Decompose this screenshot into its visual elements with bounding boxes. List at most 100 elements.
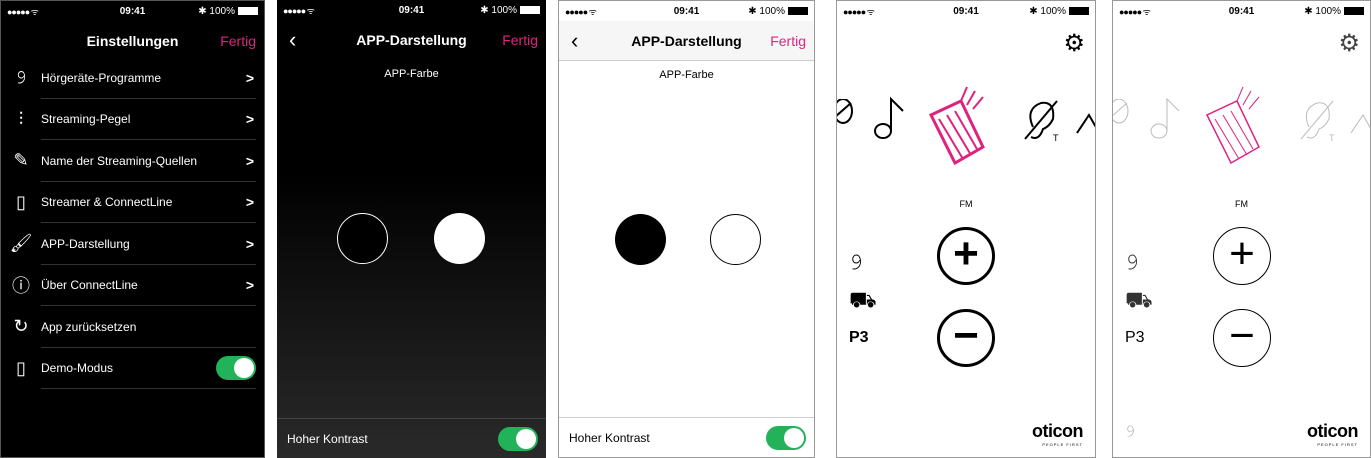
- minus-icon: −: [1229, 311, 1255, 360]
- next-source-icon[interactable]: [1075, 109, 1096, 139]
- high-contrast-toggle[interactable]: [766, 425, 806, 450]
- telecoil-icon[interactable]: T: [1023, 97, 1063, 143]
- source-carousel[interactable]: T: [1113, 85, 1370, 175]
- done-button[interactable]: Fertig: [220, 33, 256, 49]
- menu-item-streaming-level[interactable]: ⫶ Streaming-Pegel >: [1, 99, 264, 141]
- phone-icon: ▯: [16, 357, 26, 378]
- car-icon[interactable]: ⛟: [1125, 287, 1153, 316]
- menu-item-label: Streamer & ConnectLine: [41, 195, 173, 210]
- toggle-knob: [784, 427, 804, 448]
- high-contrast-row: Hoher Kontrast: [277, 418, 546, 458]
- high-contrast-toggle[interactable]: [498, 426, 538, 451]
- ear-icon[interactable]: 𝟿: [849, 249, 863, 275]
- menu-item-app-appearance[interactable]: 🖌 APP-Darstellung >: [1, 223, 264, 265]
- status-bar: ●●●●● ᯤ 09:41 ✱ 100%: [559, 1, 814, 21]
- signal-indicator: ●●●●● ᯤ: [1119, 6, 1151, 17]
- menu-item-demo-mode: ▯ Demo-Modus: [1, 348, 264, 390]
- menu-item-streamer[interactable]: ▯ Streamer & ConnectLine >: [1, 182, 264, 224]
- signal-indicator: ●●●●● ᯤ: [565, 6, 597, 17]
- plus-icon: +: [1229, 229, 1255, 278]
- battery-icon: [788, 7, 808, 15]
- appearance-dark-screen: ●●●●● ᯤ 09:41 ✱ 100% ‹ APP-Darstellung F…: [277, 0, 546, 458]
- back-chevron-icon[interactable]: ‹: [289, 27, 296, 53]
- car-icon[interactable]: ⛟: [849, 287, 877, 316]
- status-bar: ●●●●● ᯤ 09:41 ✱ 100%: [1, 1, 264, 21]
- menu-item-label: APP-Darstellung: [41, 236, 130, 251]
- high-contrast-label: Hoher Kontrast: [569, 430, 650, 445]
- remote-light-screen: ●●●●● ᯤ 09:41 ✱ 100% ⚙ T FM 𝟿 ⛟ P3 + − 𝟿…: [1112, 0, 1371, 458]
- battery-indicator: ✱ 100%: [480, 5, 540, 16]
- music-icon[interactable]: [871, 95, 907, 141]
- color-option-white[interactable]: [710, 214, 761, 265]
- microphone-icon[interactable]: [836, 99, 857, 139]
- ear-icon[interactable]: 𝟿: [1125, 249, 1139, 275]
- page-title: APP-Darstellung: [356, 32, 467, 48]
- source-label: FM: [1235, 199, 1248, 209]
- app-color-label: APP-Farbe: [384, 68, 439, 80]
- sliders-icon: ⫶: [18, 108, 24, 129]
- pencil-icon: ✎: [13, 150, 29, 171]
- music-icon[interactable]: [1147, 95, 1183, 141]
- menu-item-label: Name der Streaming-Quellen: [41, 153, 198, 168]
- volume-down-button[interactable]: −: [937, 309, 995, 367]
- ear-muted-icon[interactable]: 𝟿: [1125, 423, 1135, 441]
- high-contrast-label: Hoher Kontrast: [287, 431, 368, 446]
- back-chevron-icon[interactable]: ‹: [571, 28, 578, 54]
- volume-up-button[interactable]: +: [937, 227, 995, 285]
- menu-item-label: App zurücksetzen: [41, 319, 137, 334]
- ear-icon: 𝟿: [15, 67, 27, 88]
- chevron-right-icon: >: [245, 235, 254, 252]
- chevron-right-icon: >: [245, 277, 254, 294]
- program-label: P3: [849, 329, 869, 346]
- streamer-icon: ▯: [16, 191, 26, 212]
- source-carousel[interactable]: T: [837, 85, 1095, 175]
- color-option-black[interactable]: [615, 214, 666, 265]
- nav-bar: ‹ APP-Darstellung Fertig: [277, 20, 546, 60]
- brush-icon: 🖌: [9, 233, 33, 254]
- program-label: P3: [1125, 329, 1145, 346]
- gear-icon[interactable]: ⚙: [1338, 29, 1360, 58]
- page-title: APP-Darstellung: [631, 32, 742, 49]
- toggle-knob: [516, 428, 536, 449]
- done-button[interactable]: Fertig: [770, 33, 806, 49]
- signal-indicator: ●●●●● ᯤ: [283, 5, 315, 16]
- signal-indicator: ●●●●● ᯤ: [7, 6, 39, 17]
- settings-screen: ●●●●● ᯤ 09:41 ✱ 100% Einstellungen Ferti…: [0, 0, 265, 458]
- status-bar: ●●●●● ᯤ 09:41 ✱ 100%: [1113, 1, 1370, 21]
- status-bar: ●●●●● ᯤ 09:41 ✱ 100%: [837, 1, 1095, 21]
- menu-item-label: Streaming-Pegel: [41, 112, 131, 127]
- menu-item-label: Hörgeräte-Programme: [41, 70, 162, 85]
- microphone-icon[interactable]: [1112, 99, 1133, 139]
- color-option-white[interactable]: [434, 213, 485, 264]
- battery-icon: [1069, 7, 1089, 15]
- nav-bar: Einstellungen Fertig: [1, 21, 264, 61]
- remote-bold-screen: ●●●●● ᯤ 09:41 ✱ 100% ⚙ T FM 𝟿 ⛟ P3 + − o…: [836, 0, 1096, 458]
- color-option-black[interactable]: [337, 213, 388, 264]
- app-color-label: APP-Farbe: [659, 69, 714, 81]
- settings-menu: 𝟿 Hörgeräte-Programme > ⫶ Streaming-Pege…: [1, 57, 264, 389]
- menu-item-about[interactable]: ⓘ Über ConnectLine >: [1, 265, 264, 307]
- menu-item-hearing-programs[interactable]: 𝟿 Hörgeräte-Programme >: [1, 57, 264, 99]
- fm-transmitter-icon[interactable]: [925, 85, 989, 165]
- volume-up-button[interactable]: +: [1213, 227, 1271, 285]
- demo-mode-toggle[interactable]: [216, 356, 256, 381]
- minus-icon: −: [953, 311, 979, 360]
- svg-text:T: T: [1053, 133, 1059, 143]
- telecoil-icon[interactable]: T: [1299, 97, 1339, 143]
- gear-icon[interactable]: ⚙: [1063, 29, 1085, 58]
- reset-icon: ↻: [13, 316, 29, 337]
- menu-item-reset[interactable]: ↻ App zurücksetzen: [1, 306, 264, 348]
- plus-icon: +: [953, 229, 979, 278]
- battery-icon: [238, 7, 258, 15]
- battery-indicator: ✱ 100%: [198, 6, 258, 17]
- nav-bar: ‹ APP-Darstellung Fertig: [559, 21, 814, 61]
- status-bar: ●●●●● ᯤ 09:41 ✱ 100%: [277, 0, 546, 20]
- chevron-right-icon: >: [245, 69, 254, 86]
- menu-item-source-names[interactable]: ✎ Name der Streaming-Quellen >: [1, 140, 264, 182]
- next-source-icon[interactable]: [1349, 109, 1371, 139]
- chevron-right-icon: >: [245, 152, 254, 169]
- done-button[interactable]: Fertig: [502, 32, 538, 48]
- fm-transmitter-icon[interactable]: [1201, 85, 1265, 165]
- volume-down-button[interactable]: −: [1213, 309, 1271, 367]
- battery-indicator: ✱ 100%: [748, 6, 808, 17]
